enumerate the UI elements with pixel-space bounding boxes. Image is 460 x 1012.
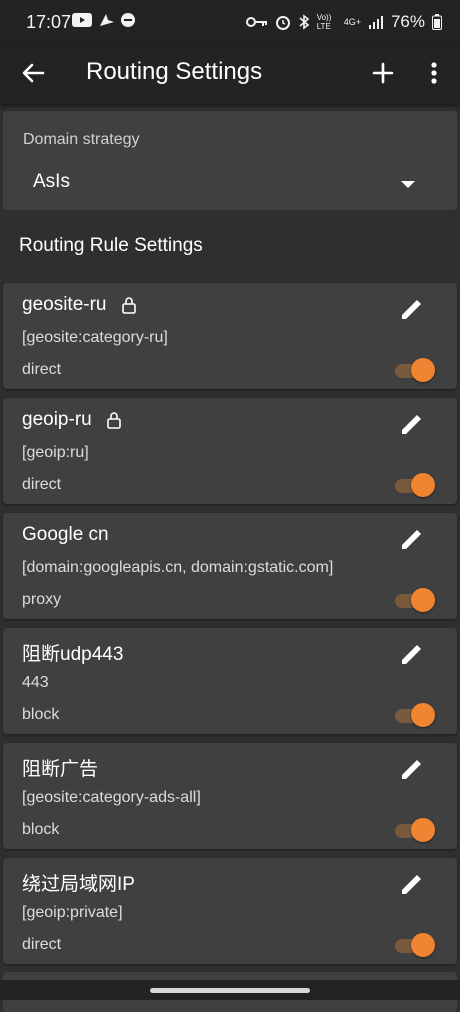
vpn-key-icon xyxy=(245,17,267,27)
page-title: Routing Settings xyxy=(86,58,263,85)
rule-outbound-tag: proxy xyxy=(22,591,62,608)
edit-pencil-icon[interactable] xyxy=(398,527,424,553)
rule-enabled-toggle[interactable] xyxy=(395,587,437,613)
youtube-icon xyxy=(72,13,92,27)
rule-name: geosite-ru xyxy=(22,294,107,315)
back-arrow-icon[interactable] xyxy=(18,58,48,88)
dropdown-caret-icon xyxy=(401,181,415,188)
4g-icon: 4G+ xyxy=(343,17,361,27)
rule-card[interactable]: geoip-ru [geoip:ru] direct xyxy=(3,398,457,504)
edit-pencil-icon[interactable] xyxy=(398,642,424,668)
rule-name: Google cn xyxy=(22,524,109,545)
location-arrow-icon xyxy=(100,14,114,26)
home-handle[interactable] xyxy=(150,988,310,993)
alarm-icon xyxy=(275,16,290,30)
rule-name: 绕过局域网IP xyxy=(22,874,135,895)
rule-enabled-toggle[interactable] xyxy=(395,702,437,728)
rule-outbound-tag: direct xyxy=(22,936,62,953)
rule-domain: [geosite:category-ru] xyxy=(22,329,168,346)
rule-domain: [geoip:private] xyxy=(22,904,123,921)
battery-icon xyxy=(432,14,442,30)
domain-strategy-dropdown[interactable]: AsIs xyxy=(13,161,433,205)
rule-outbound-tag: block xyxy=(22,821,60,838)
more-vert-icon[interactable] xyxy=(420,58,448,88)
rule-name: 阻断udp443 xyxy=(22,644,124,665)
rule-enabled-toggle[interactable] xyxy=(395,472,437,498)
rule-outbound-tag: block xyxy=(22,706,60,723)
rule-enabled-toggle[interactable] xyxy=(395,357,437,383)
section-title: Routing Rule Settings xyxy=(19,235,203,256)
dnd-icon xyxy=(121,13,135,27)
status-icons-left xyxy=(72,12,136,28)
volte-icon: Vo)) LTE xyxy=(316,13,332,31)
status-bar: 17:07 Vo)) LTE 4G+ 76% xyxy=(0,0,460,44)
signal-icon xyxy=(368,16,383,29)
edit-pencil-icon[interactable] xyxy=(398,297,424,323)
rule-domain: [domain:googleapis.cn, domain:gstatic.co… xyxy=(22,559,334,576)
rule-name: geoip-ru xyxy=(22,409,92,430)
status-icons-right: Vo)) LTE 4G+ 76% xyxy=(245,12,442,32)
status-time: 17:07 xyxy=(26,12,72,32)
rule-enabled-toggle[interactable] xyxy=(395,932,437,958)
bluetooth-icon xyxy=(299,14,309,30)
rule-card[interactable]: Google cn [domain:googleapis.cn, domain:… xyxy=(3,513,457,619)
rule-card[interactable]: 阻断udp443 443 block xyxy=(3,628,457,734)
domain-strategy-value: AsIs xyxy=(33,171,70,192)
battery-percent: 76% xyxy=(390,12,425,31)
edit-pencil-icon[interactable] xyxy=(398,872,424,898)
rule-outbound-tag: direct xyxy=(22,476,62,493)
app-bar: Routing Settings xyxy=(0,44,460,104)
rule-name: 阻断广告 xyxy=(22,759,99,780)
edit-pencil-icon[interactable] xyxy=(398,412,424,438)
add-icon[interactable] xyxy=(368,58,398,88)
rule-card[interactable]: 阻断广告 [geosite:category-ads-all] block xyxy=(3,743,457,849)
rule-domain: [geoip:ru] xyxy=(22,444,89,461)
rule-outbound-tag: direct xyxy=(22,361,62,378)
rule-card[interactable]: geosite-ru [geosite:category-ru] direct xyxy=(3,283,457,389)
domain-strategy-card: Domain strategy AsIs xyxy=(3,111,457,210)
rule-domain: [geosite:category-ads-all] xyxy=(22,789,201,806)
domain-strategy-label: Domain strategy xyxy=(23,131,140,148)
rule-card[interactable]: 绕过局域网IP [geoip:private] direct xyxy=(3,858,457,964)
gesture-nav-bar xyxy=(0,980,460,1000)
edit-pencil-icon[interactable] xyxy=(398,757,424,783)
rule-domain: 443 xyxy=(22,674,49,691)
lock-icon xyxy=(121,297,136,314)
rule-enabled-toggle[interactable] xyxy=(395,817,437,843)
lock-icon xyxy=(106,412,121,429)
